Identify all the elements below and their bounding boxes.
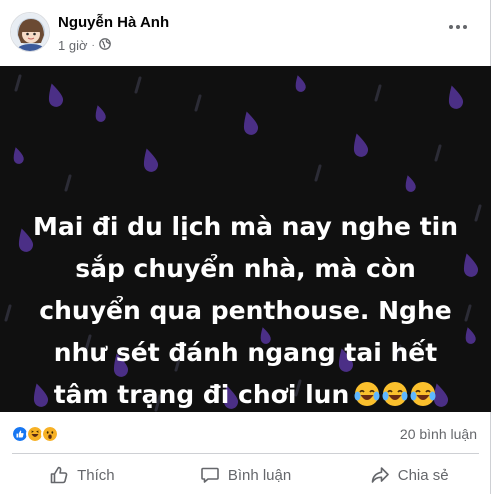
post-meta: 1 giờ · <box>58 37 111 53</box>
wow-reaction-icon <box>41 425 59 443</box>
status-line: Mai đi du lịch mà nay nghe tin <box>32 212 459 241</box>
share-button[interactable]: Chia sẻ <box>327 456 491 494</box>
like-button[interactable]: Thích <box>0 456 164 494</box>
comment-count[interactable]: 20 bình luận <box>400 426 477 442</box>
globe-icon <box>98 37 111 53</box>
status-line: sắp chuyển nhà, mà còn <box>75 254 416 283</box>
divider <box>12 453 479 454</box>
status-line-last: tâm trạng đi chơi lun <box>18 374 473 412</box>
more-options-icon[interactable] <box>445 14 471 40</box>
status-line: tâm trạng đi chơi lun <box>53 380 350 409</box>
comment-button[interactable]: Bình luận <box>164 456 328 494</box>
tears-of-joy-emoji <box>354 382 380 406</box>
meta-separator: · <box>91 39 95 51</box>
post-header: Nguyễn Hà Anh 1 giờ · <box>0 0 491 66</box>
status-line: chuyển qua penthouse. Nghe <box>39 296 452 325</box>
author-name[interactable]: Nguyễn Hà Anh <box>58 14 169 31</box>
comment-icon <box>201 467 219 483</box>
share-icon <box>371 467 389 483</box>
tears-of-joy-emoji <box>382 382 408 406</box>
reaction-icons[interactable] <box>11 425 59 443</box>
action-bar: Thích Bình luận Chia sẻ <box>0 456 491 494</box>
status-line: như sét đánh ngang tai hết <box>53 338 438 367</box>
status-text: Mai đi du lịch mà nay nghe tin sắp chuyể… <box>18 206 473 412</box>
like-label: Thích <box>77 466 115 484</box>
reactions-summary: 20 bình luận <box>0 412 491 454</box>
avatar[interactable] <box>10 12 50 52</box>
comment-label: Bình luận <box>227 466 292 484</box>
post-time[interactable]: 1 giờ <box>58 38 88 53</box>
post-card: Nguyễn Hà Anh 1 giờ · Mai đi du lịch mà … <box>0 0 491 494</box>
status-background-post[interactable]: Mai đi du lịch mà nay nghe tin sắp chuyể… <box>0 66 491 412</box>
share-label: Chia sẻ <box>397 466 449 484</box>
emoji-group <box>353 380 437 408</box>
like-icon <box>50 466 68 484</box>
tears-of-joy-emoji <box>410 382 436 406</box>
